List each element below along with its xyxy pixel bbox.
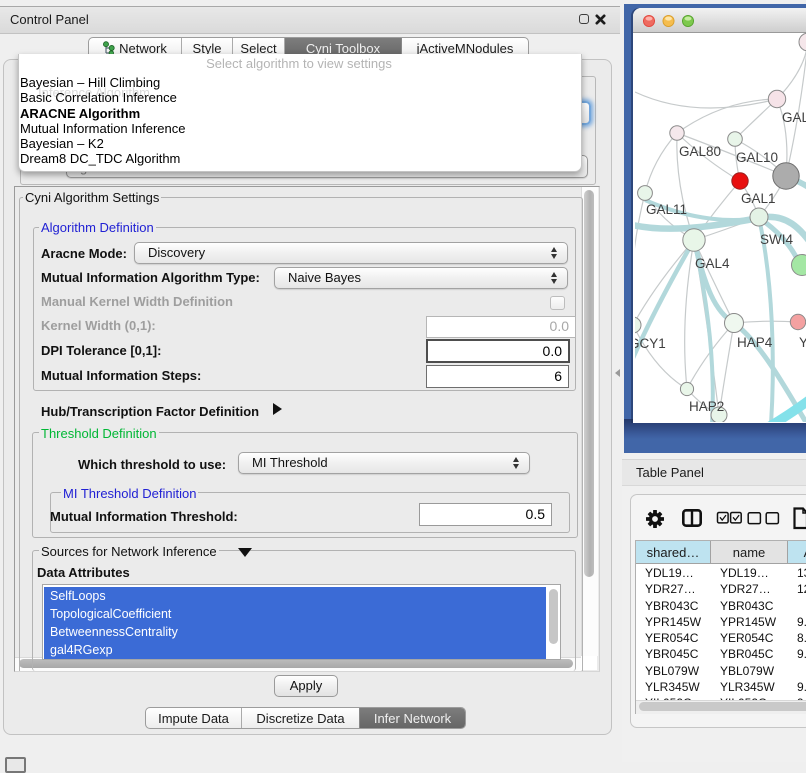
svg-text:GAL1: GAL1 [741,191,776,206]
svg-text:GAL4: GAL4 [695,256,730,271]
svg-text:HAP4: HAP4 [737,335,773,350]
svg-text:GAL10: GAL10 [736,150,778,165]
svg-text:GCY1: GCY1 [635,336,666,351]
svg-text:GAL80: GAL80 [679,144,721,159]
svg-text:HAP2: HAP2 [689,399,724,414]
svg-text:GAL11: GAL11 [646,202,687,217]
svg-text:SWI4: SWI4 [760,232,793,247]
svg-text:GAL7: GAL7 [782,110,806,125]
svg-text:Y: Y [799,335,806,350]
